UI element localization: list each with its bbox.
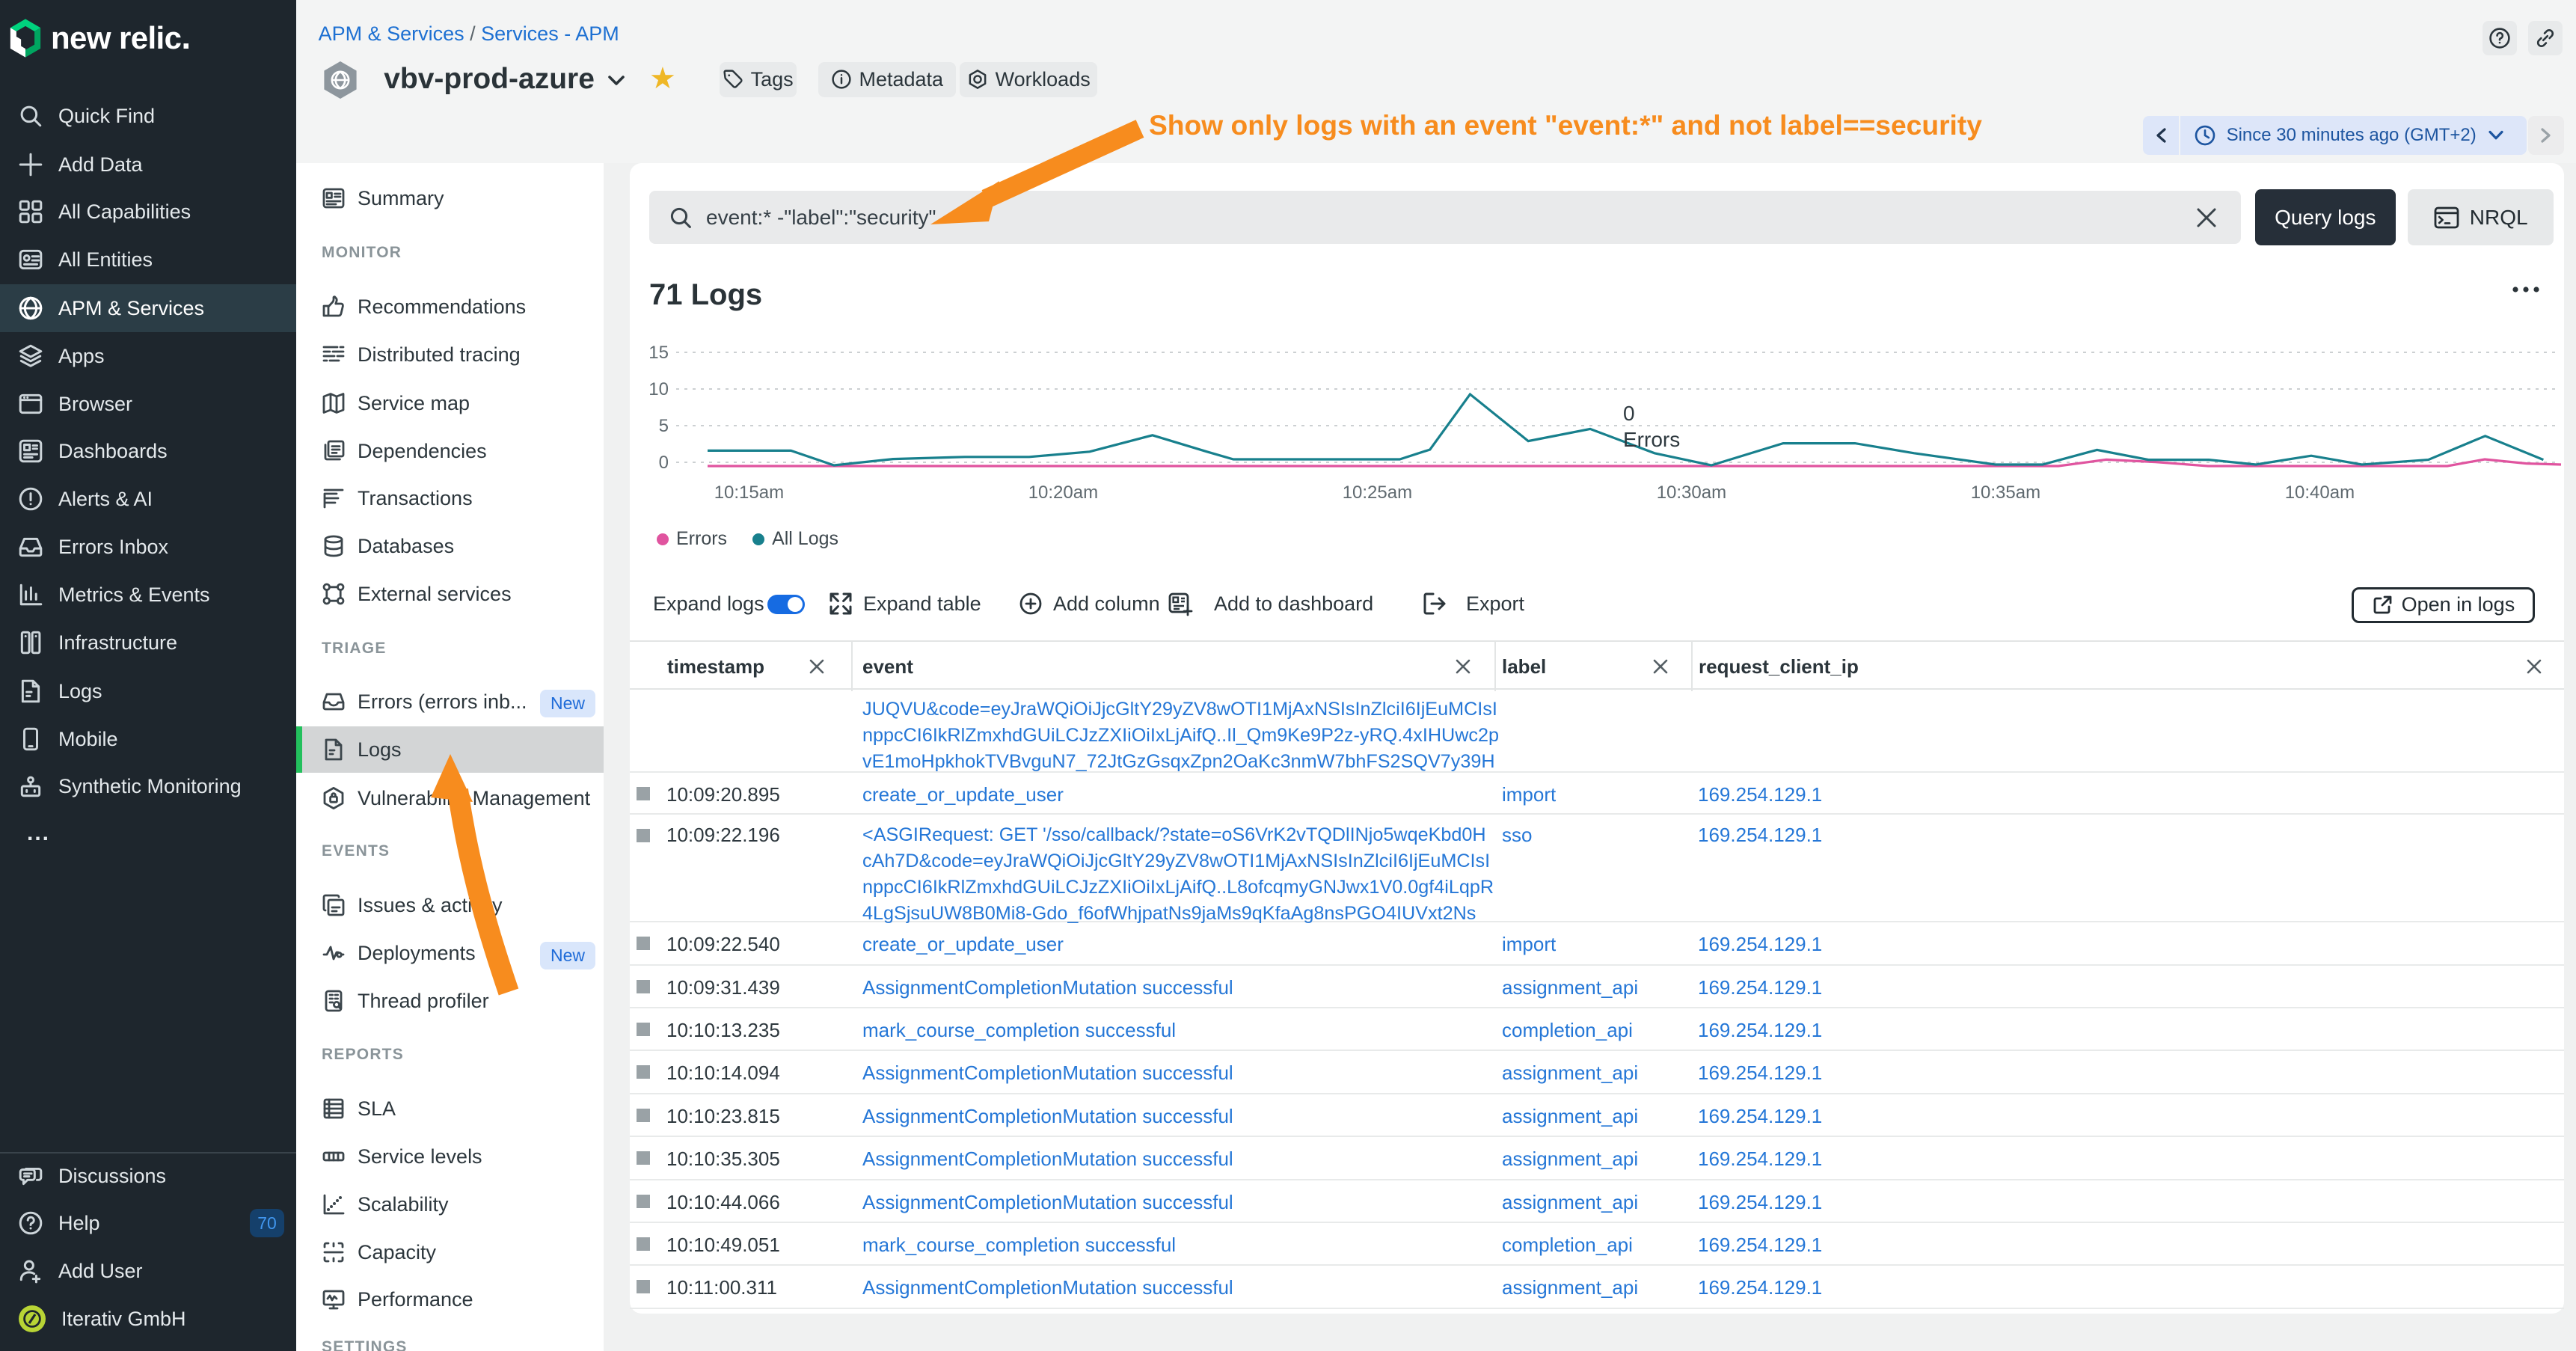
svg-text:0: 0 [1623,402,1635,425]
svg-text:0: 0 [659,453,669,473]
svg-text:15: 15 [648,343,669,363]
svg-text:10:30am: 10:30am [1657,482,1726,503]
svg-text:10:25am: 10:25am [1343,482,1412,503]
svg-text:10:40am: 10:40am [2285,482,2355,503]
svg-text:10: 10 [648,379,669,399]
svg-text:10:20am: 10:20am [1028,482,1098,503]
svg-text:10:15am: 10:15am [714,482,784,503]
svg-text:5: 5 [659,416,669,436]
svg-text:10:35am: 10:35am [1971,482,2040,503]
svg-text:Errors: Errors [1623,428,1680,451]
